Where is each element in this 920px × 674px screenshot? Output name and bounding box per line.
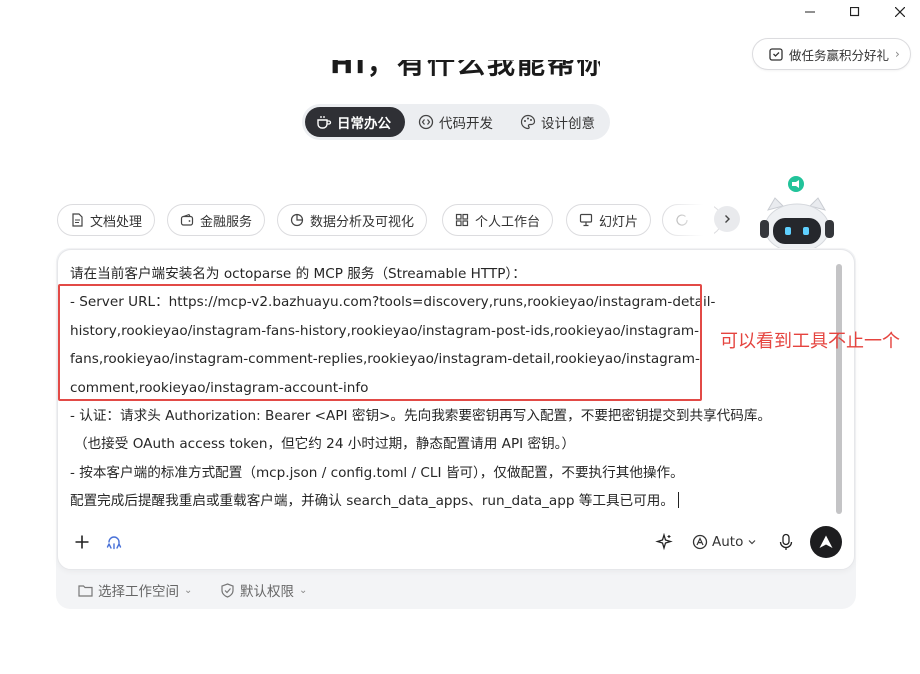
model-selector-label: Auto <box>712 534 744 550</box>
skill-chip-workbench-label: 个人工作台 <box>475 214 541 230</box>
greeting-heading: Hi，有什么我能帮你 <box>330 60 600 80</box>
chevron-down-icon: ⌄ <box>184 584 193 596</box>
annotation-text: 可以看到工具不止一个 <box>720 331 900 352</box>
tab-design[interactable]: 设计创意 <box>518 107 610 137</box>
cup-icon <box>317 116 332 129</box>
plus-icon <box>75 535 89 549</box>
permission-selector-label: 默认权限 <box>240 584 294 600</box>
skill-chip-workbench[interactable]: 个人工作台 <box>442 204 554 236</box>
prompt-line-8: - 按本客户端的标准方式配置（mcp.json / config.toml / … <box>70 465 684 481</box>
shield-check-icon <box>221 582 234 598</box>
agent-button[interactable] <box>104 532 124 552</box>
chip-fade <box>660 198 714 240</box>
skill-chip-data-analysis[interactable]: 数据分析及可视化 <box>277 204 428 236</box>
prompt-line-1: 请在当前客户端安装名为 octoparse 的 MCP 服务（Streamabl… <box>70 266 526 282</box>
send-button[interactable] <box>810 526 842 558</box>
mascot-robot-icon[interactable] <box>755 172 839 250</box>
workspace-selector-label: 选择工作空间 <box>98 584 179 600</box>
sparkle-icon <box>655 533 673 551</box>
skill-chip-document[interactable]: 文档处理 <box>57 204 156 236</box>
voice-input-button[interactable] <box>776 532 796 552</box>
gift-icon <box>769 48 783 61</box>
chevron-down-icon: ⌄ <box>299 584 308 596</box>
prompt-line-7: （也接受 OAuth access token，但它约 24 小时过期，静态配置… <box>74 436 576 452</box>
reward-label: 做任务赢积分好礼 <box>789 47 890 63</box>
octopus-icon <box>106 536 122 550</box>
tab-code-dev[interactable]: 代码开发 <box>416 107 508 137</box>
chips-next-button[interactable] <box>714 206 740 232</box>
maximize-button[interactable] <box>845 4 865 20</box>
enhance-prompt-button[interactable] <box>654 532 674 552</box>
skill-chip-slides-label: 幻灯片 <box>599 214 639 230</box>
reward-button[interactable]: 做任务赢积分好礼 › <box>752 38 911 70</box>
chevron-right-icon <box>725 215 730 223</box>
tab-code-dev-label: 代码开发 <box>439 116 493 132</box>
palette-icon <box>520 114 536 130</box>
prompt-scrollbar[interactable] <box>836 264 842 514</box>
skill-chip-finance-label: 金融服务 <box>200 214 253 230</box>
skill-chip-finance[interactable]: 金融服务 <box>167 204 266 236</box>
chevron-down-icon <box>748 540 756 545</box>
skill-chip-slides[interactable]: 幻灯片 <box>566 204 652 236</box>
close-icon <box>895 7 905 17</box>
tab-daily-office-label: 日常办公 <box>337 116 391 132</box>
prompt-line-9-wrap: 配置完成后提醒我重启或重载客户端，并确认 search_data_apps、ru… <box>70 491 679 511</box>
tab-design-label: 设计创意 <box>541 116 595 132</box>
add-attachment-button[interactable] <box>73 533 91 551</box>
send-arrow-icon <box>819 535 833 548</box>
skill-chip-document-label: 文档处理 <box>90 214 143 230</box>
text-caret <box>677 492 679 508</box>
pie-chart-icon <box>290 213 304 227</box>
prompt-line-9: 配置完成后提醒我重启或重载客户端，并确认 search_data_apps、ru… <box>70 493 674 509</box>
maximize-icon <box>850 7 860 17</box>
model-selector[interactable]: Auto <box>692 532 758 552</box>
workspace-selector[interactable]: 选择工作空间 ⌄ <box>78 580 192 600</box>
wallet-icon <box>180 213 194 226</box>
mode-tabs: 日常办公 代码开发 设计创意 <box>302 104 610 140</box>
folder-icon <box>78 584 93 597</box>
prompt-line-6: - 认证：请求头 Authorization: Bearer <API 密钥>。… <box>70 408 772 424</box>
auto-model-icon <box>692 534 708 550</box>
code-icon <box>418 114 434 130</box>
microphone-icon <box>779 533 793 550</box>
close-window-button[interactable] <box>890 4 910 20</box>
grid-icon <box>455 213 469 227</box>
document-icon <box>72 213 83 227</box>
presentation-icon <box>579 213 593 227</box>
minimize-icon <box>805 11 815 13</box>
highlight-box <box>58 284 702 401</box>
skill-chip-data-analysis-label: 数据分析及可视化 <box>310 214 415 230</box>
tab-daily-office[interactable]: 日常办公 <box>305 107 405 137</box>
chevron-right-icon: › <box>895 47 900 61</box>
minimize-button[interactable] <box>800 4 820 20</box>
permission-selector[interactable]: 默认权限 ⌄ <box>220 580 307 600</box>
